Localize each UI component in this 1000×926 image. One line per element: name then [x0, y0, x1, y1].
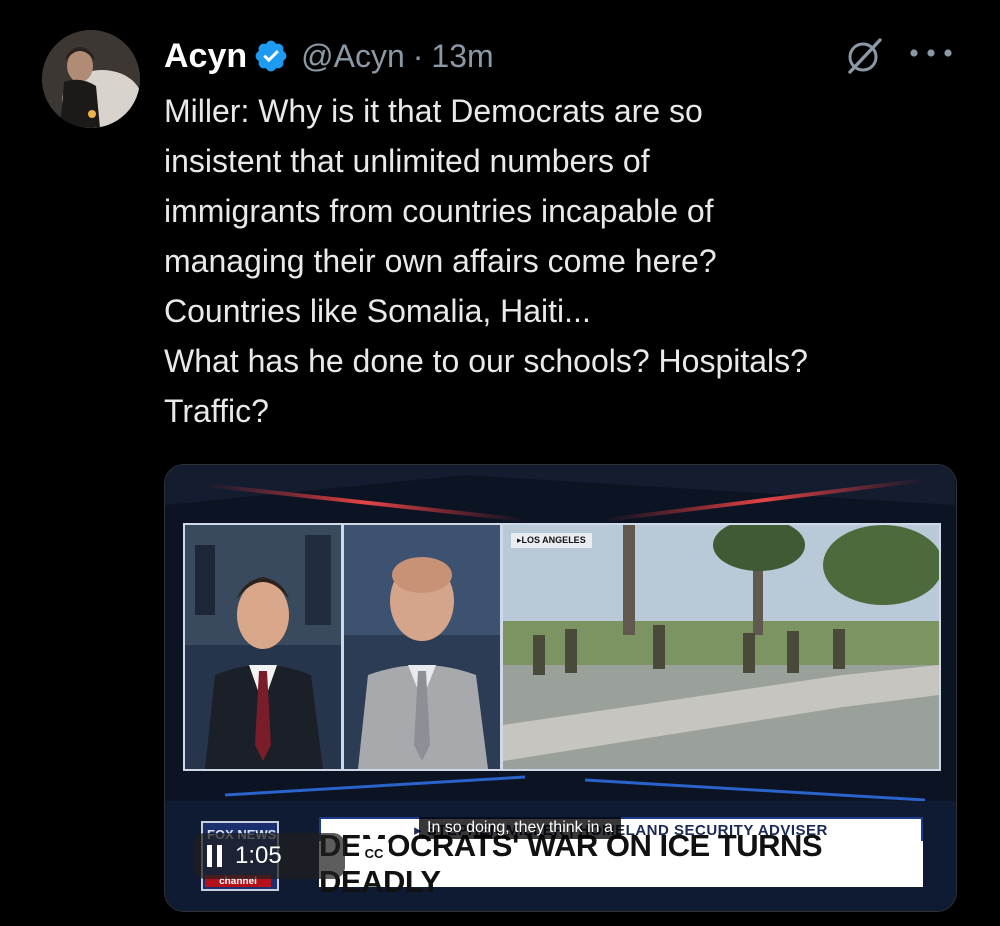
closed-captions-button[interactable]: CC [359, 839, 389, 867]
tweet-header: Acyn @Acyn · 13m [164, 34, 494, 78]
video-caption: In so doing, they think in a [419, 817, 621, 839]
video-pane-field: ▸LOS ANGELES [501, 523, 941, 771]
video-pane-anchor [183, 523, 343, 771]
tweet-text-line: What has he done to our schools? Hospita… [164, 343, 808, 379]
separator-dot: · [412, 37, 424, 74]
grok-icon[interactable] [844, 36, 884, 76]
location-tag: ▸LOS ANGELES [511, 533, 592, 548]
video-pane-guest [342, 523, 502, 771]
tweet-text-line: Miller: Why is it that Democrats are so [164, 93, 703, 129]
pause-icon[interactable] [207, 845, 223, 867]
avatar[interactable] [42, 30, 140, 128]
video-controls[interactable]: 1:05 [193, 833, 345, 879]
avatar-image [42, 30, 140, 128]
tweet-text-line: immigrants from countries incapable of [164, 193, 714, 229]
more-icon[interactable] [904, 38, 958, 68]
guest-image [344, 525, 500, 769]
tweet-text: Miller: Why is it that Democrats are so … [164, 86, 984, 436]
tweet-text-line: insistent that unlimited numbers of [164, 143, 650, 179]
chyron-headline: DEMOCRATS' WAR ON ICE TURNS DEADLY [319, 828, 923, 899]
tweet-text-line: Traffic? [164, 393, 269, 429]
verified-badge-icon [255, 40, 287, 72]
video-duration: 1:05 [235, 842, 282, 869]
video-player[interactable]: ▸LOS ANGELES FOX NEWS channel ▸ STEPHEN … [164, 464, 957, 912]
anchor-image [185, 525, 341, 769]
field-image [503, 525, 939, 769]
tweet-text-line: Countries like Somalia, Haiti... [164, 293, 591, 329]
author-handle[interactable]: @Acyn [301, 38, 405, 75]
author-display-name[interactable]: Acyn [164, 37, 247, 76]
tweet-text-line: managing their own affairs come here? [164, 243, 717, 279]
timestamp[interactable]: 13m [431, 38, 493, 75]
